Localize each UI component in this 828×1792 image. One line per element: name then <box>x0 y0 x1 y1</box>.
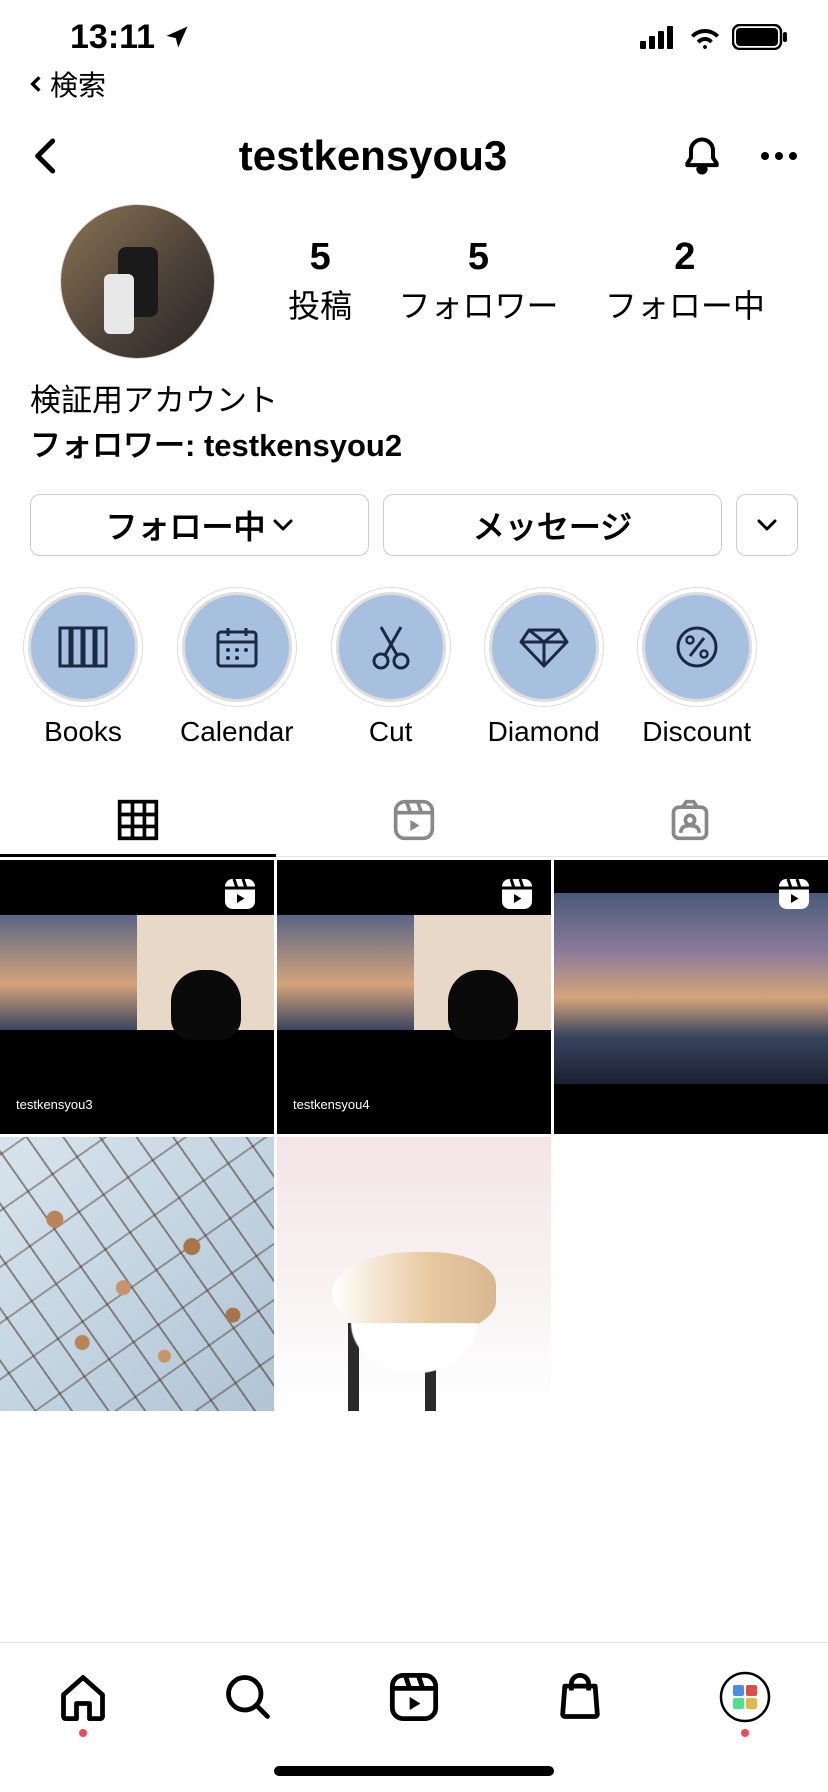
post-cell-empty <box>554 1137 828 1411</box>
more-icon[interactable] <box>760 151 798 161</box>
highlight-diamond[interactable]: Diamond <box>488 592 600 748</box>
notification-dot <box>79 1729 87 1737</box>
action-buttons: フォロー中 メッセージ <box>0 488 828 584</box>
search-icon <box>222 1671 274 1723</box>
bio-follower[interactable]: フォロワー: testkensyou2 <box>30 424 798 467</box>
profile-nav: testkensyou3 <box>0 112 828 200</box>
books-icon <box>58 626 108 668</box>
follower-name: testkensyou2 <box>204 428 402 463</box>
clock: 13:11 <box>70 18 155 57</box>
nav-reels[interactable] <box>388 1671 440 1723</box>
post-cell[interactable]: testkensyou3 <box>0 860 274 1134</box>
stat-value: 2 <box>605 236 765 279</box>
location-arrow-icon <box>163 23 191 51</box>
suggest-button[interactable] <box>736 494 798 556</box>
stat-following[interactable]: 2 フォロー中 <box>605 236 765 327</box>
calendar-icon <box>214 624 260 670</box>
bio-name: 検証用アカウント <box>30 379 798 422</box>
nav-profile[interactable] <box>719 1671 771 1723</box>
nav-shop[interactable] <box>554 1671 606 1723</box>
follower-prefix: フォロワー: <box>30 428 204 463</box>
post-username: testkensyou4 <box>293 1097 370 1112</box>
profile-avatar-icon <box>719 1671 771 1723</box>
scissors-icon <box>369 623 413 671</box>
highlight-discount[interactable]: Discount <box>642 592 752 748</box>
chevron-down-icon <box>272 518 294 532</box>
highlight-label: Diamond <box>488 716 600 748</box>
posts-grid: testkensyou3 testkensyou4 <box>0 860 828 1411</box>
stat-value: 5 <box>288 236 352 279</box>
avatar[interactable] <box>60 204 215 359</box>
shop-icon <box>554 1671 606 1723</box>
highlight-label: Cut <box>369 716 413 748</box>
stat-followers[interactable]: 5 フォロワー <box>398 236 558 327</box>
back-app-label: 検索 <box>50 64 106 104</box>
stat-label: フォロー中 <box>605 281 765 327</box>
tagged-icon <box>668 798 712 842</box>
post-cell[interactable] <box>277 1137 551 1411</box>
diamond-icon <box>519 626 569 668</box>
status-time: 13:11 <box>70 18 191 57</box>
post-cell[interactable]: testkensyou4 <box>277 860 551 1134</box>
reels-icon <box>388 1671 440 1723</box>
highlight-label: Books <box>44 716 122 748</box>
follow-label: フォロー中 <box>105 502 265 548</box>
status-right <box>640 24 788 50</box>
home-icon <box>57 1671 109 1723</box>
post-username: testkensyou3 <box>16 1097 93 1112</box>
username-title: testkensyou3 <box>66 132 680 180</box>
message-label: メッセージ <box>473 502 632 548</box>
nav-search[interactable] <box>222 1671 274 1723</box>
nav-home[interactable] <box>57 1671 109 1723</box>
follow-button[interactable]: フォロー中 <box>30 494 369 556</box>
bell-icon[interactable] <box>680 134 724 178</box>
tab-grid[interactable] <box>0 784 276 856</box>
reel-badge-icon <box>499 876 535 912</box>
highlights: Books Calendar Cut Diamond Discount <box>0 584 828 752</box>
battery-icon <box>732 24 788 50</box>
stat-label: フォロワー <box>398 281 558 327</box>
chevron-down-icon <box>756 518 778 532</box>
home-indicator[interactable] <box>274 1766 554 1776</box>
back-caret-icon <box>26 74 46 94</box>
reel-badge-icon <box>776 876 812 912</box>
cellular-icon <box>640 25 678 49</box>
reel-badge-icon <box>222 876 258 912</box>
content-tabs <box>0 784 828 857</box>
post-cell[interactable] <box>554 860 828 1134</box>
notification-dot <box>741 1729 749 1737</box>
back-icon[interactable] <box>26 136 66 176</box>
message-button[interactable]: メッセージ <box>383 494 722 556</box>
stat-posts[interactable]: 5 投稿 <box>288 236 352 327</box>
back-to-app[interactable]: 検索 <box>0 60 828 112</box>
bio: 検証用アカウント フォロワー: testkensyou2 <box>0 367 828 488</box>
tab-tagged[interactable] <box>552 784 828 856</box>
profile-header: 5 投稿 5 フォロワー 2 フォロー中 <box>0 200 828 367</box>
post-cell[interactable] <box>0 1137 274 1411</box>
percent-icon <box>674 624 720 670</box>
grid-icon <box>116 798 160 842</box>
stat-value: 5 <box>398 236 558 279</box>
wifi-icon <box>688 25 722 49</box>
highlight-label: Discount <box>642 716 751 748</box>
reels-icon <box>392 798 436 842</box>
stat-label: 投稿 <box>288 281 352 327</box>
stats: 5 投稿 5 フォロワー 2 フォロー中 <box>275 236 778 327</box>
highlight-calendar[interactable]: Calendar <box>180 592 294 748</box>
highlight-cut[interactable]: Cut <box>336 592 446 748</box>
highlight-books[interactable]: Books <box>28 592 138 748</box>
highlight-label: Calendar <box>180 716 294 748</box>
status-bar: 13:11 <box>0 0 828 60</box>
tab-reels[interactable] <box>276 784 552 856</box>
